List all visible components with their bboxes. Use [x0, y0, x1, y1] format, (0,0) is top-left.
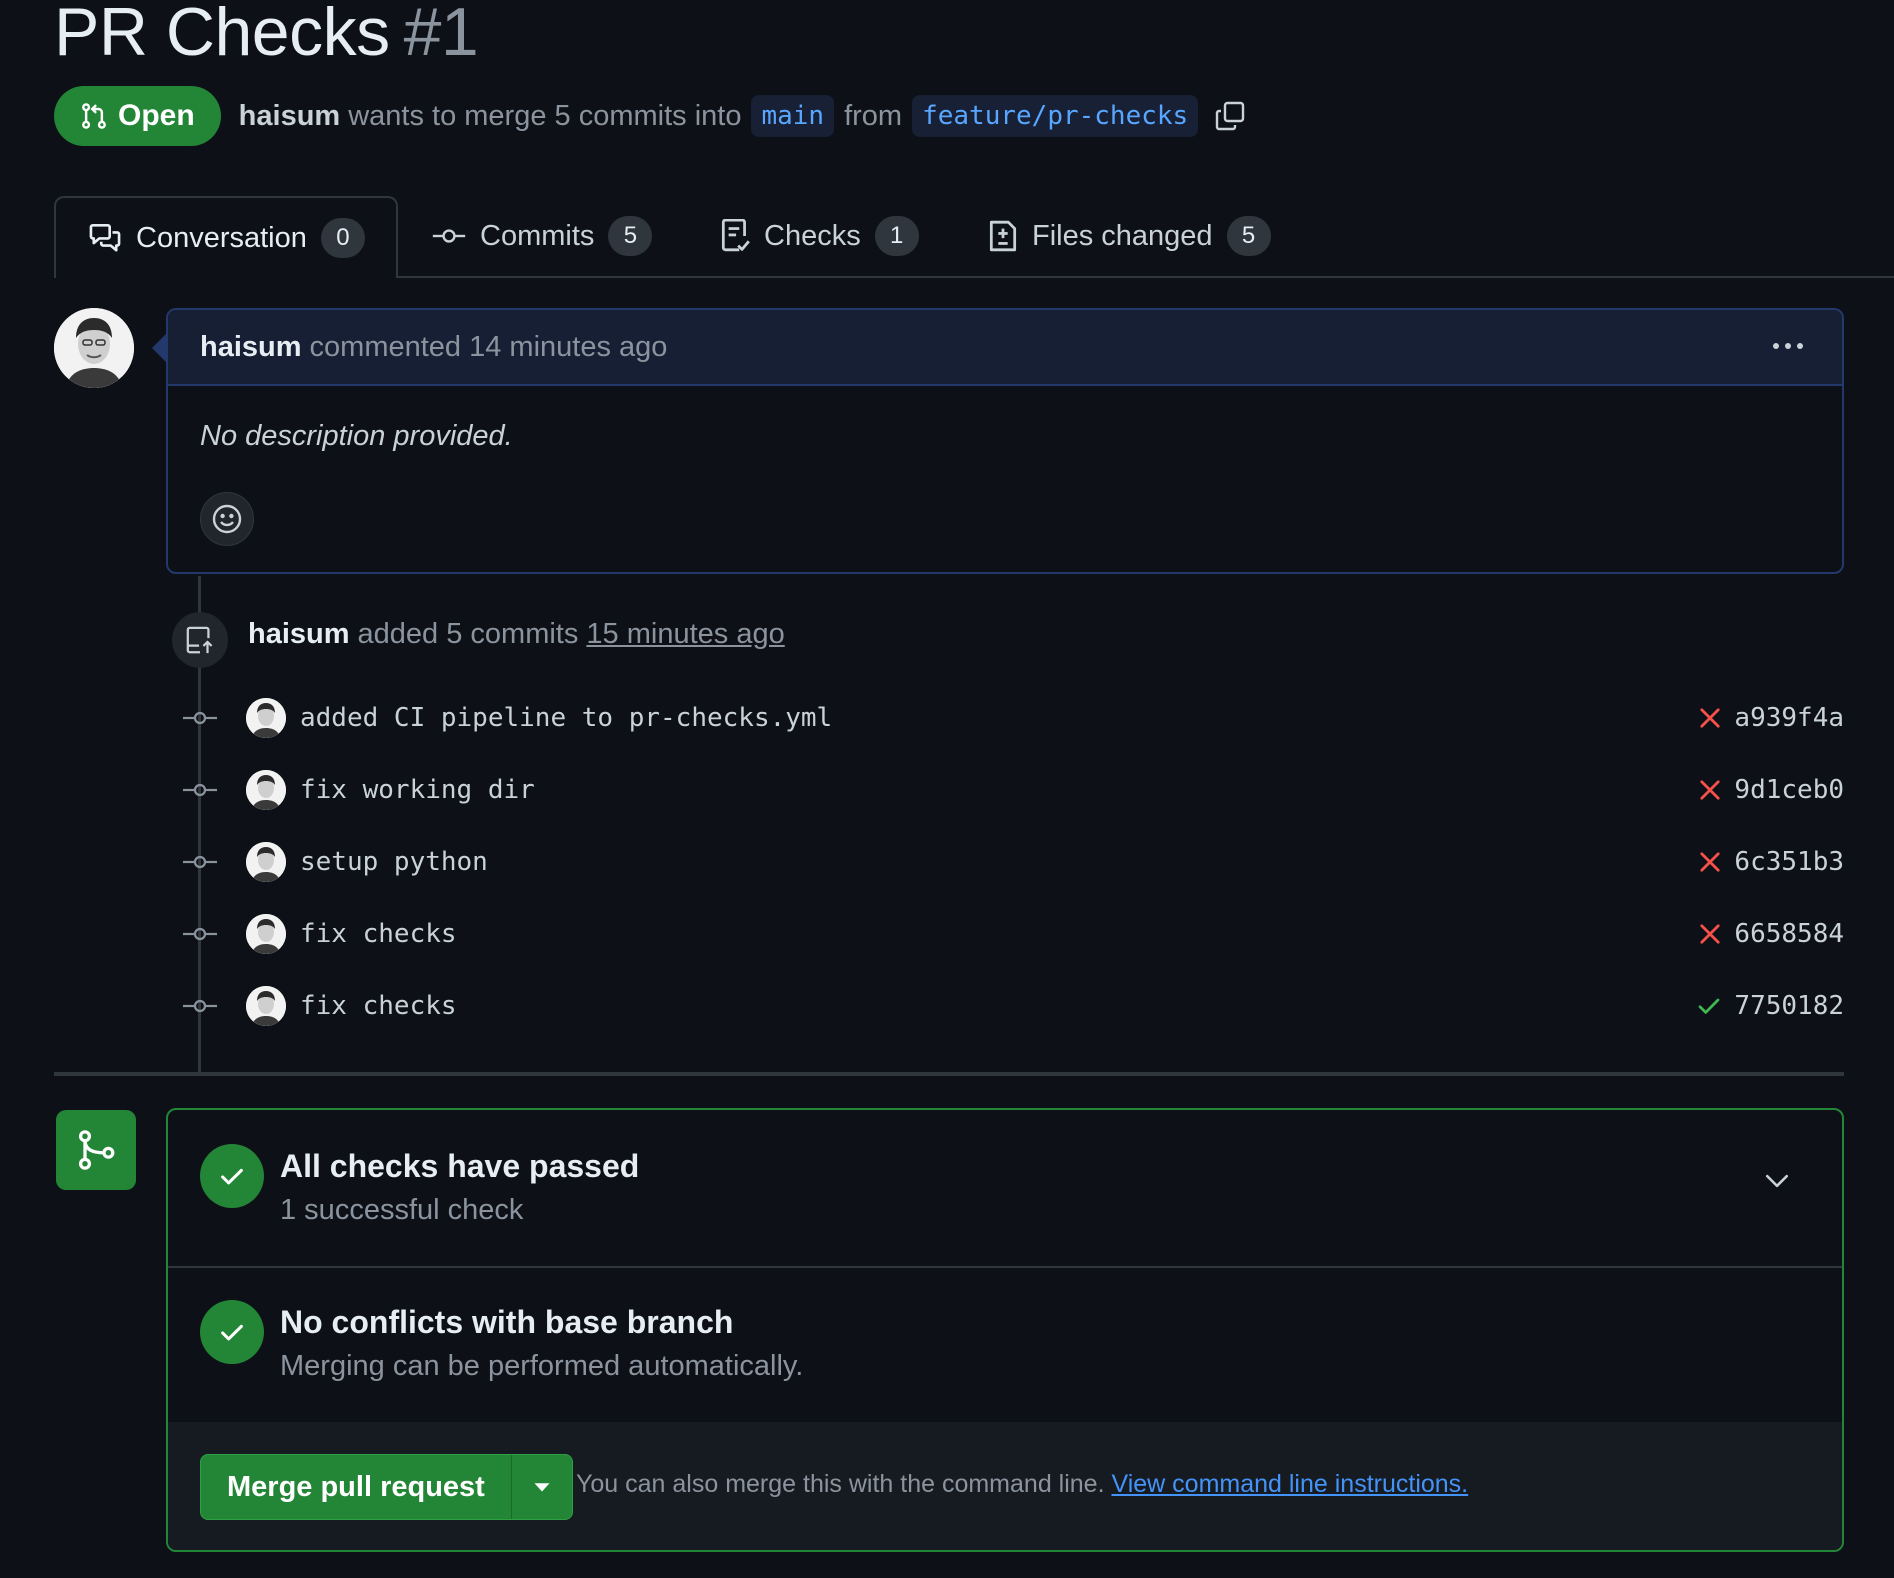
conflicts-subtitle: Merging can be performed automatically. [280, 1350, 804, 1382]
git-commit-icon [178, 998, 222, 1014]
head-branch[interactable]: feature/pr-checks [912, 95, 1199, 137]
status-badge: Open [54, 86, 221, 146]
avatar[interactable] [246, 986, 286, 1026]
from-text: from [844, 99, 903, 132]
comment-box: haisum commented 14 minutes ago No descr… [166, 308, 1844, 574]
commit-row: setup python 6c351b3 [178, 832, 1844, 892]
base-branch[interactable]: main [751, 95, 835, 137]
commit-sha-link[interactable]: a939f4a [1734, 703, 1844, 733]
git-commit-icon [178, 782, 222, 798]
commit-sha-link[interactable]: 6658584 [1734, 919, 1844, 949]
tab-commits[interactable]: Commits 5 [432, 196, 653, 276]
push-action: added 5 commits [357, 618, 579, 650]
git-commit-icon [178, 854, 222, 870]
tab-label: Conversation [136, 221, 307, 254]
conflicts-title: No conflicts with base branch [280, 1304, 734, 1340]
merge-button-group: Merge pull request [200, 1454, 573, 1520]
tab-checks[interactable]: Checks 1 [720, 196, 919, 276]
commit-message-link[interactable]: added CI pipeline to pr-checks.yml [300, 703, 832, 733]
comment-body: No description provided. [200, 420, 513, 452]
comment-timestamp: commented 14 minutes ago [309, 330, 668, 363]
commit-sha-link[interactable]: 9d1ceb0 [1734, 775, 1844, 805]
checks-title: All checks have passed [280, 1148, 640, 1184]
commit-row: fix working dir 9d1ceb0 [178, 760, 1844, 820]
commit-row: added CI pipeline to pr-checks.yml a939f… [178, 688, 1844, 748]
pr-tabs: Conversation 0 Commits 5 Checks 1 Files … [54, 196, 1894, 278]
merge-pull-request-button[interactable]: Merge pull request [201, 1455, 512, 1519]
commit-sha-link[interactable]: 6c351b3 [1734, 847, 1844, 877]
chevron-down-icon[interactable] [1764, 1172, 1790, 1190]
check-circle-icon [200, 1300, 264, 1364]
checklist-icon [720, 219, 750, 253]
avatar[interactable] [54, 308, 134, 388]
commit-sha-link[interactable]: 7750182 [1734, 991, 1844, 1021]
tab-counter: 5 [608, 216, 653, 256]
commit-status: 7750182 [1696, 991, 1844, 1021]
command-line-instructions-link[interactable]: View command line instructions. [1111, 1470, 1468, 1498]
kebab-horizontal-icon[interactable] [1770, 334, 1806, 358]
x-icon[interactable] [1698, 850, 1722, 874]
tab-counter: 5 [1226, 216, 1271, 256]
pr-meta: Open haisum wants to merge 5 commits int… [54, 86, 1246, 146]
merge-text: wants to merge 5 commits into [348, 99, 742, 132]
git-commit-icon [178, 926, 222, 942]
tab-files-changed[interactable]: Files changed 5 [988, 196, 1271, 276]
avatar[interactable] [246, 914, 286, 954]
tab-counter: 1 [874, 216, 919, 256]
check-circle-icon [200, 1144, 264, 1208]
merge-method-dropdown[interactable] [512, 1455, 572, 1519]
page-title: PR Checks #1 [54, 0, 479, 70]
pr-author-link[interactable]: haisum [239, 100, 341, 133]
tab-label: Checks [764, 219, 861, 252]
x-icon[interactable] [1698, 922, 1722, 946]
tab-conversation[interactable]: Conversation 0 [54, 196, 398, 278]
avatar[interactable] [246, 842, 286, 882]
tab-counter: 0 [320, 218, 365, 258]
x-icon[interactable] [1698, 706, 1722, 730]
conflicts-section: No conflicts with base branch Merging ca… [168, 1266, 1842, 1424]
commit-message-link[interactable]: fix checks [300, 991, 457, 1021]
checks-section[interactable]: All checks have passed 1 successful chec… [168, 1110, 1842, 1268]
repo-push-icon [172, 612, 228, 668]
merge-hint: You can also merge this with the command… [576, 1470, 1468, 1499]
checks-subtitle: 1 successful check [280, 1194, 524, 1226]
avatar[interactable] [246, 698, 286, 738]
push-event: haisum added 5 commits 15 minutes ago [248, 618, 785, 651]
copy-icon[interactable] [1214, 100, 1246, 132]
pr-number: #1 [403, 0, 479, 70]
comment-author-link[interactable]: haisum [200, 331, 302, 364]
timeline-divider [54, 1072, 1844, 1076]
check-icon[interactable] [1696, 994, 1722, 1018]
commit-status: 6c351b3 [1698, 847, 1844, 877]
tab-label: Commits [480, 219, 595, 252]
commit-message-link[interactable]: fix working dir [300, 775, 535, 805]
git-merge-icon [56, 1110, 136, 1190]
status-badge-label: Open [118, 99, 195, 132]
commit-status: 6658584 [1698, 919, 1844, 949]
comment-discussion-icon [88, 223, 122, 253]
pr-title: PR Checks [54, 0, 390, 70]
commit-message-link[interactable]: fix checks [300, 919, 457, 949]
git-commit-icon [178, 710, 222, 726]
git-pull-request-icon [80, 100, 108, 132]
merge-hint-text: You can also merge this with the command… [576, 1470, 1105, 1498]
commit-row: fix checks 6658584 [178, 904, 1844, 964]
x-icon[interactable] [1698, 778, 1722, 802]
comment-pointer [152, 334, 166, 362]
triangle-down-icon [533, 1481, 551, 1493]
smiley-icon[interactable] [200, 492, 254, 546]
commit-status: a939f4a [1698, 703, 1844, 733]
push-time-link[interactable]: 15 minutes ago [586, 618, 784, 650]
merge-box: All checks have passed 1 successful chec… [166, 1108, 1844, 1552]
comment-header: haisum commented 14 minutes ago [168, 310, 1842, 386]
push-author-link[interactable]: haisum [248, 618, 350, 650]
commit-status: 9d1ceb0 [1698, 775, 1844, 805]
avatar[interactable] [246, 770, 286, 810]
merge-actions: Merge pull request You can also merge th… [168, 1422, 1842, 1550]
tab-label: Files changed [1032, 219, 1213, 252]
commit-row: fix checks 7750182 [178, 976, 1844, 1036]
commit-message-link[interactable]: setup python [300, 847, 488, 877]
git-commit-icon [432, 226, 466, 246]
file-diff-icon [988, 219, 1018, 253]
